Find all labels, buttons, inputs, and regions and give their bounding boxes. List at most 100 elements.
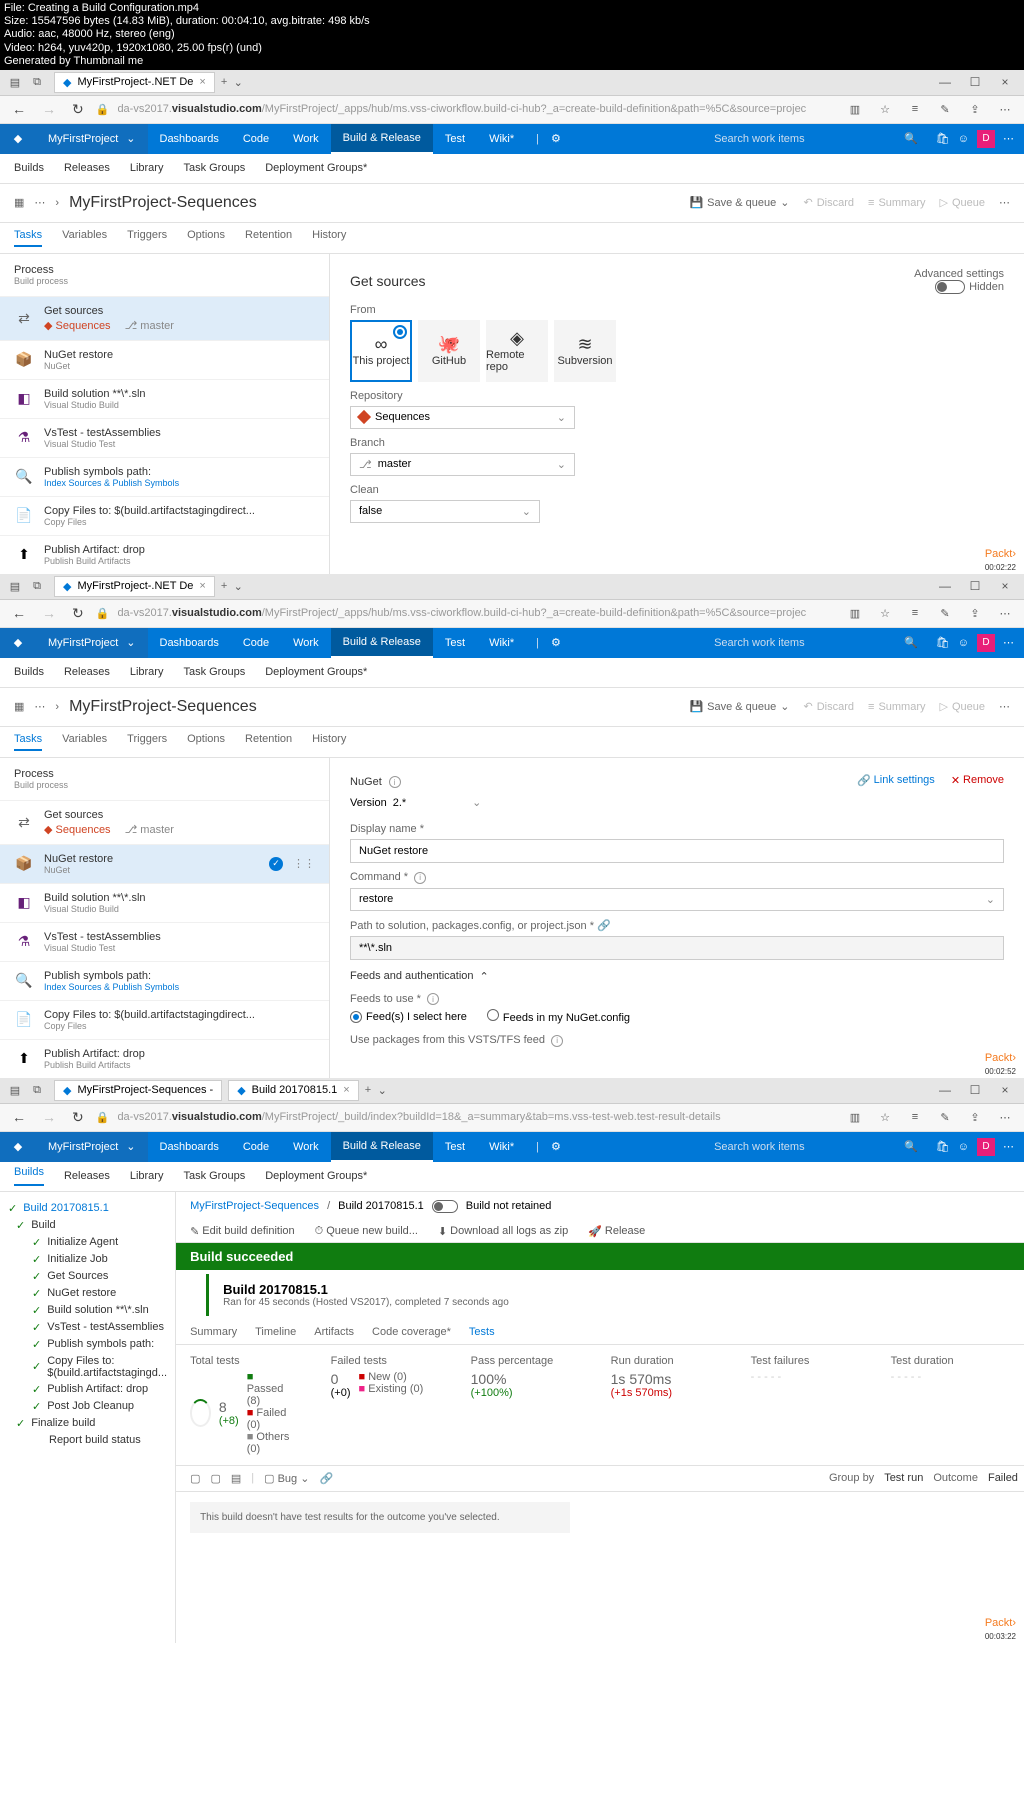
subnav-releases[interactable]: Releases (64, 666, 110, 678)
breadcrumb-definition[interactable]: MyFirstProject-Sequences (190, 1200, 319, 1212)
nav-wiki[interactable]: Wiki* (477, 124, 526, 154)
nav-build-release[interactable]: Build & Release (331, 628, 433, 658)
tree-artifact[interactable]: ✓Publish Artifact: drop (8, 1381, 167, 1398)
tab-action-icon[interactable]: ⧉ (29, 578, 45, 594)
search-input[interactable] (714, 133, 894, 145)
nav-code[interactable]: Code (231, 628, 281, 658)
more-icon[interactable]: ⋯ (997, 605, 1013, 621)
queue-button[interactable]: ▷ Queue (940, 196, 986, 209)
browser-tab[interactable]: ◆ MyFirstProject-.NET De × (54, 576, 215, 597)
close-icon[interactable]: × (199, 580, 205, 592)
tab-tests[interactable]: Tests (469, 1326, 495, 1338)
tree-report[interactable]: Report build status (8, 1432, 167, 1448)
more-icon[interactable]: ⋯ (999, 196, 1010, 209)
favorite-icon[interactable]: ☆ (877, 101, 893, 117)
close-button[interactable]: × (990, 75, 1020, 89)
refresh-button[interactable]: ↻ (68, 1109, 88, 1126)
browser-tab[interactable]: ◆ MyFirstProject-.NET De × (54, 72, 215, 93)
nav-test[interactable]: Test (433, 628, 477, 658)
avatar[interactable]: D (977, 1138, 995, 1156)
source-tile-github[interactable]: 🐙GitHub (418, 320, 480, 382)
tab-tasks[interactable]: Tasks (14, 229, 42, 247)
source-tile-subversion[interactable]: ≋Subversion (554, 320, 616, 382)
info-icon[interactable]: i (414, 872, 426, 884)
tab-triggers[interactable]: Triggers (127, 229, 167, 247)
nav-code[interactable]: Code (231, 1132, 281, 1162)
discard-button[interactable]: ↶ Discard (804, 700, 855, 713)
task-publish-artifact[interactable]: ⬆ Publish Artifact: dropPublish Build Ar… (0, 535, 329, 574)
source-tile-this-project[interactable]: ∞This project (350, 320, 412, 382)
filter-icon[interactable]: ▤ (231, 1472, 241, 1485)
nav-dashboards[interactable]: Dashboards (148, 1132, 231, 1162)
task-get-sources[interactable]: ⇄ Get sources ◆ Sequences⎇ master (0, 296, 329, 340)
notes-icon[interactable]: ✎ (937, 1109, 953, 1125)
download-logs-button[interactable]: ⬇Download all logs as zip (438, 1225, 568, 1238)
share-icon[interactable]: ⇪ (967, 1109, 983, 1125)
forward-button[interactable]: → (38, 1109, 60, 1125)
project-icon[interactable]: ▦ (14, 196, 24, 209)
new-tab-button[interactable]: + (221, 580, 227, 592)
nav-build-release[interactable]: Build & Release (331, 124, 433, 154)
edit-definition-button[interactable]: ✎Edit build definition (190, 1225, 295, 1238)
process-header[interactable]: ProcessBuild process (0, 254, 329, 296)
share-icon[interactable]: ⇪ (967, 605, 983, 621)
info-icon[interactable]: i (427, 993, 439, 1005)
repository-select[interactable]: Sequences⌄ (350, 406, 575, 429)
subnav-deployment-groups[interactable]: Deployment Groups* (265, 666, 367, 678)
link-icon[interactable]: 🔗 (319, 1472, 333, 1485)
nav-work[interactable]: Work (281, 124, 330, 154)
process-header[interactable]: ProcessBuild process (0, 758, 329, 800)
chevron-down-icon[interactable]: ⌄ (230, 74, 246, 90)
summary-button[interactable]: ≡ Summary (868, 197, 925, 209)
nav-work[interactable]: Work (281, 628, 330, 658)
new-tab-button[interactable]: + (221, 76, 227, 88)
chevron-down-icon[interactable]: ⌄ (374, 1082, 390, 1098)
minimize-button[interactable]: — (930, 1083, 960, 1097)
hub-icon[interactable]: ≡ (907, 1109, 923, 1125)
shop-icon[interactable]: 🛍 (936, 1140, 950, 1153)
tab-action-icon[interactable]: ⧉ (29, 74, 45, 90)
hub-icon[interactable]: ≡ (907, 101, 923, 117)
task-build-solution[interactable]: ◧ Build solution **\*.slnVisual Studio B… (0, 379, 329, 418)
gear-icon[interactable]: ⚙ (539, 636, 573, 649)
minimize-button[interactable]: — (930, 579, 960, 593)
forward-button[interactable]: → (38, 101, 60, 117)
search-box[interactable] (704, 133, 904, 145)
outcome-select[interactable]: Failed (988, 1472, 1018, 1484)
nav-wiki[interactable]: Wiki* (477, 1132, 526, 1162)
drag-handle-icon[interactable]: ⋮⋮ (293, 857, 315, 870)
subnav-releases[interactable]: Releases (64, 1170, 110, 1182)
chevron-down-icon[interactable]: ⌄ (230, 578, 246, 594)
task-vstest[interactable]: ⚗ VsTest - testAssembliesVisual Studio T… (0, 418, 329, 457)
share-icon[interactable]: ⇪ (967, 101, 983, 117)
subnav-library[interactable]: Library (130, 162, 164, 174)
gear-icon[interactable]: ⚙ (539, 1140, 573, 1153)
vsts-logo[interactable]: ◆ (0, 124, 36, 154)
task-vstest[interactable]: ⚗VsTest - testAssembliesVisual Studio Te… (0, 922, 329, 961)
reading-icon[interactable]: ▥ (847, 101, 863, 117)
hub-icon[interactable]: ≡ (907, 605, 923, 621)
maximize-button[interactable]: ☐ (960, 579, 990, 593)
tab-history[interactable]: History (312, 733, 346, 751)
more-icon[interactable]: ⋯ (1003, 636, 1014, 649)
close-icon[interactable]: × (343, 1084, 349, 1096)
reading-icon[interactable]: ▥ (847, 1109, 863, 1125)
more-icon[interactable]: ⋯ (997, 101, 1013, 117)
project-selector[interactable]: MyFirstProject⌄ (36, 628, 148, 658)
branch-select[interactable]: ⎇master⌄ (350, 453, 575, 476)
shop-icon[interactable]: 🛍 (936, 132, 950, 145)
retain-toggle[interactable] (432, 1200, 458, 1213)
vsts-logo[interactable]: ◆ (0, 1132, 36, 1162)
search-box[interactable] (704, 637, 904, 649)
summary-button[interactable]: ≡ Summary (868, 701, 925, 713)
close-button[interactable]: × (990, 1083, 1020, 1097)
tab-options[interactable]: Options (187, 229, 225, 247)
advanced-toggle[interactable] (935, 280, 965, 294)
filter-icon[interactable]: ▢ (190, 1472, 200, 1485)
new-tab-button[interactable]: + (365, 1084, 371, 1096)
tree-build[interactable]: ✓Build (8, 1217, 167, 1234)
more-icon[interactable]: ⋯ (1003, 132, 1014, 145)
tab-summary[interactable]: Summary (190, 1326, 237, 1338)
subnav-releases[interactable]: Releases (64, 162, 110, 174)
filter-icon[interactable]: ▢ (210, 1472, 220, 1485)
